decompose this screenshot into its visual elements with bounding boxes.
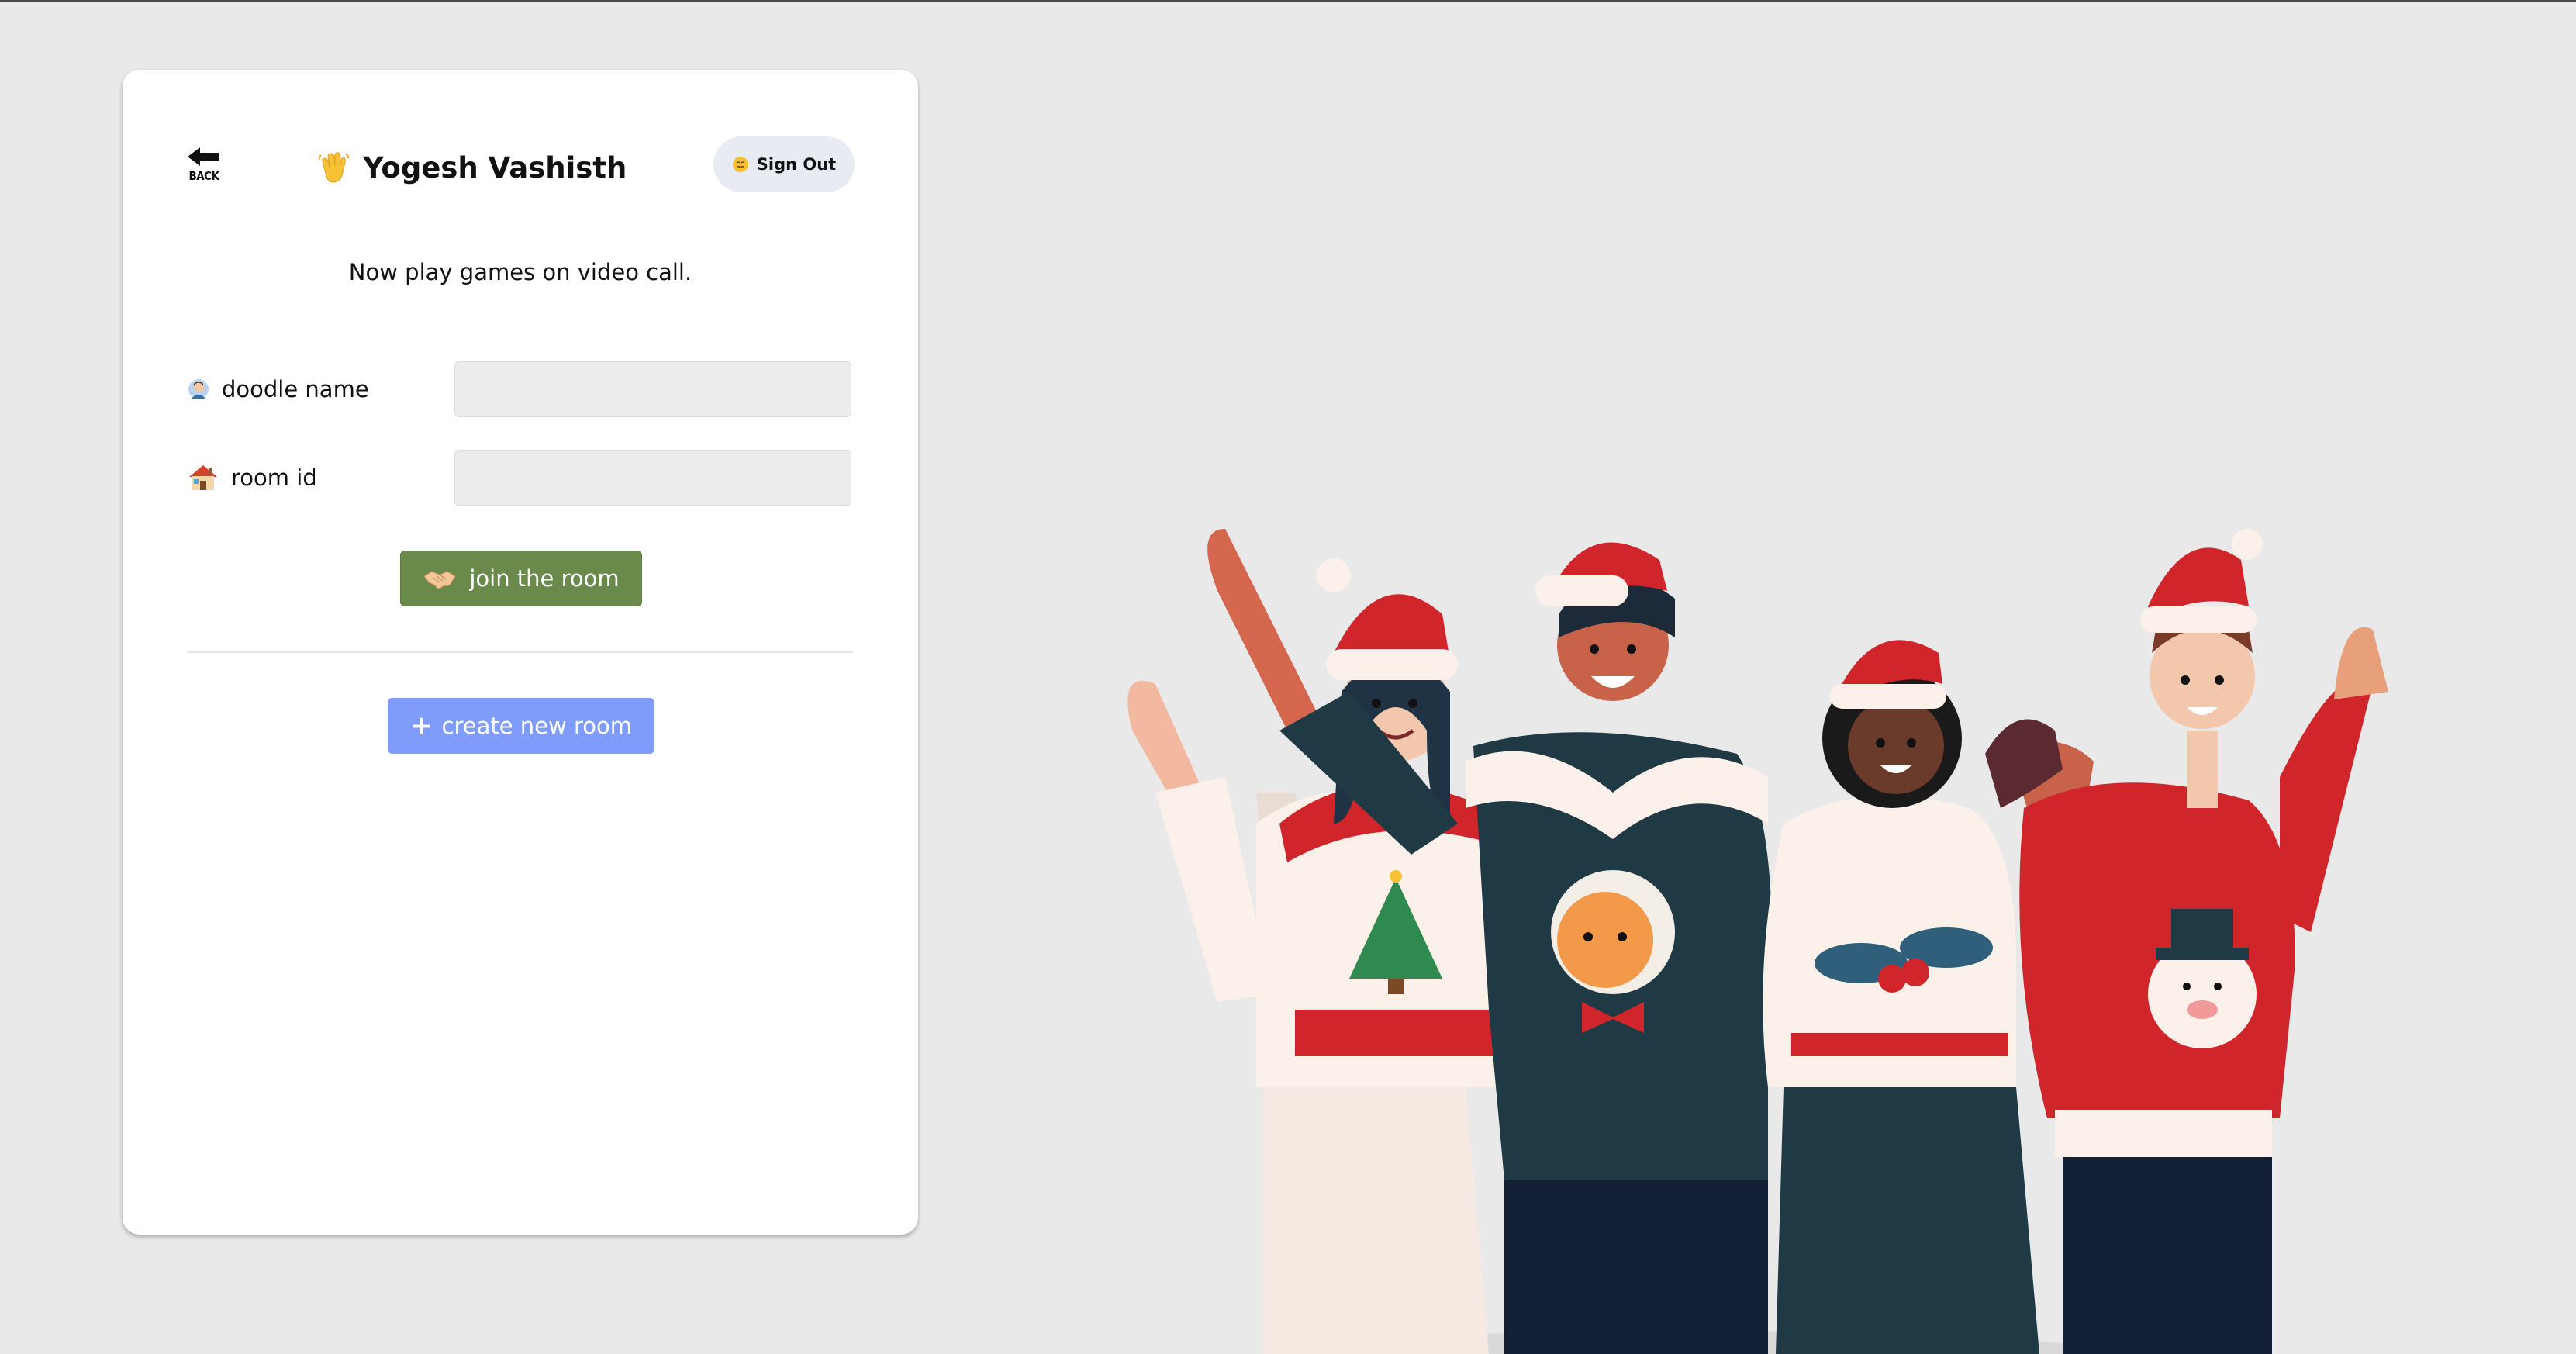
person-1	[1127, 558, 1535, 1354]
doodle-name-label: doodle name	[188, 361, 369, 417]
back-label: BACK	[188, 169, 219, 183]
holiday-friends-illustration	[1127, 529, 2388, 1354]
doodle-name-input[interactable]	[454, 361, 851, 417]
login-card: BACK Yogesh Vashisth Sign Out Now play g…	[123, 70, 918, 1235]
page-title: Yogesh Vashisth	[316, 144, 642, 191]
handshake-icon	[423, 571, 457, 589]
house-emoji-icon	[189, 465, 217, 490]
create-room-button[interactable]: + create new room	[388, 698, 654, 754]
back-arrow-icon	[188, 147, 219, 166]
user-name: Yogesh Vashisth	[363, 150, 627, 185]
join-room-button[interactable]: join the room	[400, 551, 642, 606]
sign-out-button[interactable]: Sign Out	[713, 136, 855, 192]
person-emoji-icon	[188, 379, 209, 399]
back-button[interactable]: BACK	[185, 146, 223, 183]
room-id-label: room id	[188, 450, 317, 506]
join-room-label: join the room	[469, 565, 620, 592]
face-emoji-icon	[732, 157, 748, 172]
plus-icon: +	[410, 710, 433, 741]
create-room-label: create new room	[441, 713, 632, 739]
sign-out-label: Sign Out	[756, 155, 837, 174]
waving-hand-icon	[318, 152, 349, 183]
person-4	[2019, 529, 2388, 1354]
doodle-name-label-text: doodle name	[222, 376, 369, 402]
tagline: Now play games on video call.	[348, 259, 692, 285]
divider	[188, 651, 853, 653]
room-id-label-text: room id	[231, 465, 317, 491]
room-id-input[interactable]	[454, 450, 851, 506]
